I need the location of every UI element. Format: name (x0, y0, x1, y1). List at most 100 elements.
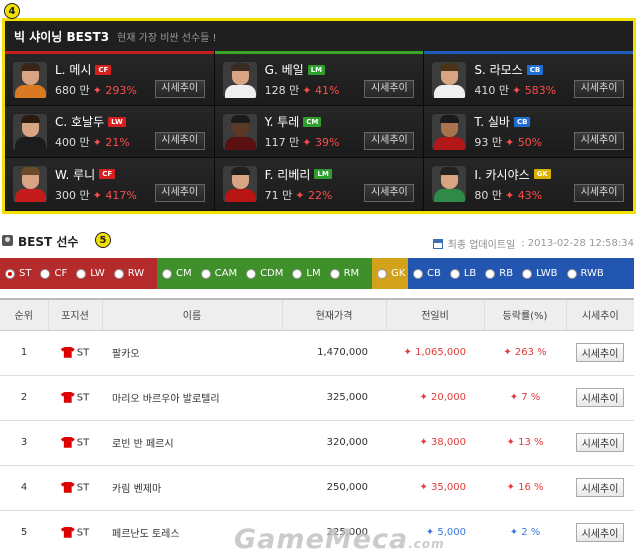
position-group: CB LB RB LWB RWB (408, 258, 634, 289)
radio-icon[interactable] (5, 268, 15, 279)
user-icon (2, 235, 13, 246)
price-trend-button[interactable]: 시세추이 (574, 132, 625, 150)
price-change: ✦ 293% (92, 84, 137, 97)
radio-icon[interactable] (113, 268, 124, 279)
position-tag: CF (95, 64, 112, 75)
trend-cell: 시세추이 (566, 510, 634, 554)
position-group: GK (372, 258, 408, 289)
player-name-cell[interactable]: 팔카오 (102, 330, 282, 376)
radio-icon[interactable] (377, 268, 387, 279)
player-photo (222, 166, 257, 202)
price-trend-button[interactable]: 시세추이 (154, 132, 205, 150)
player-name-cell[interactable]: 로빈 반 페르시 (102, 420, 282, 466)
price-change: ✦ 417% (92, 188, 137, 202)
radio-icon[interactable] (485, 268, 496, 279)
radio-icon[interactable] (566, 268, 577, 279)
position-option[interactable]: CB (413, 268, 441, 279)
player-name-cell[interactable]: 마리오 바르우아 발로텔리 (102, 375, 282, 421)
radio-icon[interactable] (413, 268, 423, 279)
player-card: T. 실바 CB 93 만 ✦ 50% 시세추이 (424, 106, 634, 158)
position-option-label: RWB (580, 268, 604, 279)
price-cell: 325,000 (282, 375, 386, 421)
price-trend-button[interactable]: 시세추이 (154, 184, 205, 202)
price-trend-button[interactable]: 시세추이 (364, 184, 415, 202)
player-name: L. 메시 (55, 63, 92, 77)
column-header: 포지션 (48, 298, 103, 331)
position-tag: CM (303, 116, 322, 127)
price-trend-button[interactable]: 시세추이 (575, 433, 625, 452)
radio-icon[interactable] (162, 268, 172, 279)
rank-cell: 5 (0, 510, 48, 554)
position-option[interactable]: LWB (522, 268, 558, 279)
price-trend-button[interactable]: 시세추이 (154, 80, 205, 98)
position-option-label: CB (427, 268, 441, 279)
price-trend-button[interactable]: 시세추이 (364, 80, 415, 98)
position-option[interactable]: ST (5, 268, 31, 279)
position-tag: LM (314, 169, 332, 179)
column-header: 등락률(%) (484, 298, 567, 331)
radio-icon[interactable] (292, 268, 303, 279)
position-option-label: ST (19, 268, 32, 279)
price-trend-button[interactable]: 시세추이 (575, 523, 625, 542)
position-tag: CF (99, 169, 116, 179)
radio-icon[interactable] (76, 268, 87, 279)
position-option-label: GK (391, 268, 406, 279)
column-header: 전일비 (386, 298, 485, 331)
position-group: CM CAM CDM LM RM (157, 258, 372, 289)
jersey-icon (60, 526, 75, 538)
player-name: F. 리베리 (264, 167, 311, 182)
player-name-cell[interactable]: 카림 벤제마 (102, 465, 282, 511)
radio-icon[interactable] (329, 268, 340, 279)
position-option[interactable]: LB (449, 268, 477, 279)
trend-cell: 시세추이 (566, 420, 634, 466)
player-photo (13, 113, 47, 150)
radio-icon[interactable] (449, 268, 460, 279)
player-photo (432, 113, 467, 150)
rate-cell: ✦ 263 % (484, 330, 566, 376)
trend-cell: 시세추이 (566, 465, 634, 511)
ranking-table: 순위 포지션 이름 현재가격 전일비 등락률(%) 시세추이 1 ST 팔카오 1,470,000… (0, 298, 634, 554)
position-option[interactable]: RM (329, 268, 359, 279)
position-option-label: CM (176, 268, 192, 279)
position-option[interactable]: RB (485, 268, 513, 279)
player-name: C. 호날두 (55, 115, 105, 129)
position-option-label: RB (499, 268, 514, 279)
position-option[interactable]: RWB (566, 268, 604, 279)
rank-cell: 4 (0, 465, 48, 511)
rate-cell: ✦ 2 % (484, 510, 566, 554)
price-change: ✦ 583% (511, 84, 557, 97)
position-option[interactable]: CAM (200, 268, 237, 279)
radio-icon[interactable] (246, 268, 257, 279)
position-option[interactable]: CF (40, 268, 67, 279)
position-option[interactable]: CDM (246, 268, 283, 279)
table-row: 3 ST 로빈 반 페르시 320,000 ✦ 38,000 ✦ 13 % 시세추이 (0, 420, 634, 466)
best-list-title: BEST 선수 (18, 235, 79, 249)
radio-icon[interactable] (522, 268, 533, 279)
player-name: W. 루니 (55, 167, 96, 182)
position-option-label: LB (463, 268, 477, 279)
player-card: I. 카시야스 GK 80 만 ✦ 43% 시세추이 (424, 158, 634, 210)
radio-icon[interactable] (200, 268, 211, 279)
price-trend-button[interactable]: 시세추이 (575, 388, 625, 407)
price-trend-button[interactable]: 시세추이 (574, 184, 625, 202)
column-header: 시세추이 (566, 298, 634, 331)
price-trend-button[interactable]: 시세추이 (575, 478, 625, 497)
player-price: 400 만 (55, 136, 90, 149)
position-option[interactable]: LM (292, 268, 321, 279)
position-filter-bar: ST CF LW RW CM CAM CDM LM RM GK CB LB RB LWB RWB (0, 258, 634, 289)
radio-icon[interactable] (40, 268, 51, 279)
price-trend-button[interactable]: 시세추이 (364, 132, 415, 150)
price-trend-button[interactable]: 시세추이 (574, 80, 625, 98)
position-option[interactable]: GK (377, 268, 405, 279)
last-updated-value: : 2013-02-28 12:58:34 (521, 238, 634, 249)
watermark-suffix: .com (408, 537, 445, 551)
player-photo (432, 166, 467, 202)
price-trend-button[interactable]: 시세추이 (575, 343, 625, 362)
position-option[interactable]: RW (113, 268, 144, 279)
position-option[interactable]: LW (76, 268, 105, 279)
position-option[interactable]: CM (162, 268, 192, 279)
jersey-icon (60, 391, 75, 403)
player-name: Y. 투레 (264, 115, 300, 129)
position-option-label: CF (54, 268, 68, 279)
rate-cell: ✦ 16 % (484, 465, 566, 511)
